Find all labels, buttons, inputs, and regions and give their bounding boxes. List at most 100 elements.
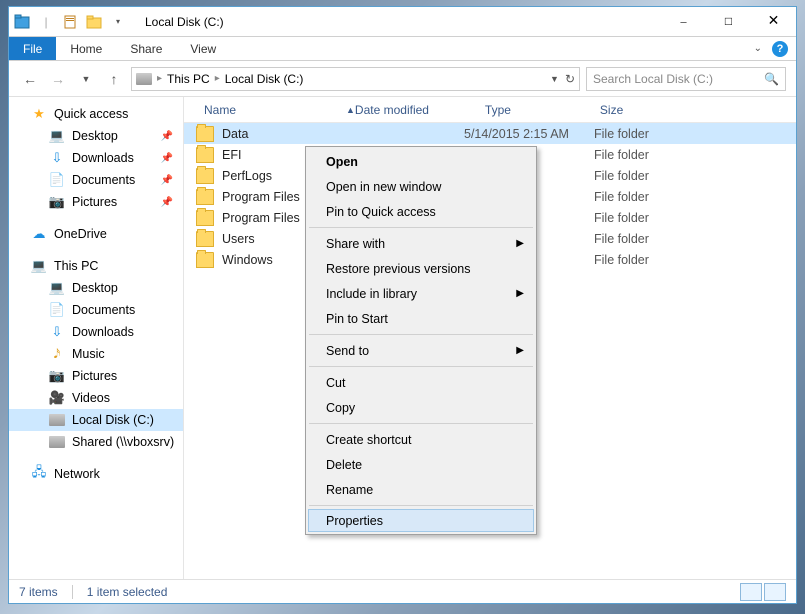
menu-pin-start[interactable]: Pin to Start: [308, 306, 534, 331]
drive-icon: [136, 71, 152, 87]
properties-qat-icon[interactable]: [61, 13, 79, 31]
music-icon: 𝅘𝅥𝅯: [49, 346, 65, 362]
divider: [72, 585, 73, 599]
pictures-icon: 📷: [49, 194, 65, 210]
folder-icon: [196, 189, 214, 205]
search-icon[interactable]: 🔍: [764, 72, 779, 86]
recent-dropdown-icon[interactable]: ▼: [75, 68, 97, 90]
menu-restore-versions[interactable]: Restore previous versions: [308, 256, 534, 281]
refresh-icon[interactable]: ↻: [565, 72, 575, 86]
menu-separator: [309, 334, 533, 335]
nav-pc-localdisk[interactable]: Local Disk (C:): [9, 409, 183, 431]
explorer-window: | ▾ Local Disk (C:) – □ ✕ File Home Shar…: [8, 6, 797, 604]
nav-pc-music[interactable]: 𝅘𝅥𝅯 Music: [9, 343, 183, 365]
nav-pc-desktop[interactable]: 💻 Desktop: [9, 277, 183, 299]
new-folder-qat-icon[interactable]: [85, 13, 103, 31]
help-icon[interactable]: ?: [772, 41, 788, 57]
nav-qa-documents[interactable]: 📄 Documents 📌: [9, 169, 183, 191]
qat-separator: |: [37, 13, 55, 31]
nav-label: Quick access: [54, 107, 128, 121]
tab-share[interactable]: Share: [116, 37, 176, 60]
nav-pc-pictures[interactable]: 📷 Pictures: [9, 365, 183, 387]
nav-label: Shared (\\vboxsrv): [72, 435, 174, 449]
table-row[interactable]: Data5/14/2015 2:15 AMFile folder: [184, 123, 796, 144]
nav-pc-videos[interactable]: 🎥 Videos: [9, 387, 183, 409]
search-input[interactable]: Search Local Disk (C:) 🔍: [586, 67, 786, 91]
nav-label: This PC: [54, 259, 98, 273]
nav-label: Local Disk (C:): [72, 413, 154, 427]
nav-label: Videos: [72, 391, 110, 405]
qat-dropdown-icon[interactable]: ▾: [109, 13, 127, 31]
nav-label: Documents: [72, 173, 135, 187]
menu-include-library[interactable]: Include in library▶: [308, 281, 534, 306]
submenu-arrow-icon: ▶: [516, 288, 524, 299]
column-headers: Name ▲ Date modified Type Size: [184, 97, 796, 123]
menu-open-new-window[interactable]: Open in new window: [308, 174, 534, 199]
tab-view[interactable]: View: [176, 37, 230, 60]
star-icon: ★: [31, 106, 47, 122]
maximize-button[interactable]: □: [706, 7, 751, 36]
nav-quick-access[interactable]: ★ Quick access: [9, 103, 183, 125]
nav-this-pc[interactable]: 💻 This PC: [9, 255, 183, 277]
pin-icon: 📌: [161, 131, 173, 142]
menu-copy[interactable]: Copy: [308, 395, 534, 420]
menu-separator: [309, 366, 533, 367]
chevron-right-icon[interactable]: ▸: [212, 73, 223, 84]
up-button[interactable]: ↑: [103, 68, 125, 90]
column-type[interactable]: Type: [485, 103, 600, 117]
nav-pc-downloads[interactable]: ⇩ Downloads: [9, 321, 183, 343]
tab-home[interactable]: Home: [56, 37, 116, 60]
network-icon: 🖧: [31, 466, 47, 482]
file-type: File folder: [594, 232, 709, 246]
forward-button[interactable]: →: [47, 68, 69, 90]
videos-icon: 🎥: [49, 390, 65, 406]
desktop-icon: 💻: [49, 128, 65, 144]
menu-rename[interactable]: Rename: [308, 477, 534, 502]
nav-label: Downloads: [72, 325, 134, 339]
menu-cut[interactable]: Cut: [308, 370, 534, 395]
drive-icon: [49, 412, 65, 428]
nav-label: Pictures: [72, 369, 117, 383]
file-type: File folder: [594, 127, 709, 141]
menu-send-to[interactable]: Send to▶: [308, 338, 534, 363]
file-date: 5/14/2015 2:15 AM: [464, 127, 594, 141]
minimize-button[interactable]: –: [661, 7, 706, 36]
nav-label: OneDrive: [54, 227, 107, 241]
ribbon-expand-icon[interactable]: ⌄: [754, 43, 762, 54]
chevron-right-icon[interactable]: ▸: [154, 73, 165, 84]
downloads-icon: ⇩: [49, 324, 65, 340]
nav-qa-pictures[interactable]: 📷 Pictures 📌: [9, 191, 183, 213]
column-size[interactable]: Size: [600, 103, 660, 117]
menu-properties[interactable]: Properties: [308, 509, 534, 532]
close-button[interactable]: ✕: [751, 7, 796, 36]
breadcrumb-thispc[interactable]: This PC: [167, 72, 210, 86]
back-button[interactable]: ←: [19, 68, 41, 90]
nav-onedrive[interactable]: ☁ OneDrive: [9, 223, 183, 245]
nav-qa-desktop[interactable]: 💻 Desktop 📌: [9, 125, 183, 147]
submenu-arrow-icon: ▶: [516, 345, 524, 356]
tab-file[interactable]: File: [9, 37, 56, 60]
breadcrumb-location[interactable]: Local Disk (C:): [225, 72, 304, 86]
menu-create-shortcut[interactable]: Create shortcut: [308, 427, 534, 452]
column-date[interactable]: Date modified: [355, 103, 485, 117]
address-dropdown-icon[interactable]: ▼: [550, 74, 559, 84]
view-large-icons-button[interactable]: [764, 583, 786, 601]
status-selected-count: 1 item selected: [87, 585, 168, 599]
breadcrumb[interactable]: ▸ This PC ▸ Local Disk (C:) ▼ ↻: [131, 67, 580, 91]
downloads-icon: ⇩: [49, 150, 65, 166]
menu-delete[interactable]: Delete: [308, 452, 534, 477]
nav-qa-downloads[interactable]: ⇩ Downloads 📌: [9, 147, 183, 169]
nav-pc-shared[interactable]: Shared (\\vboxsrv): [9, 431, 183, 453]
nav-network[interactable]: 🖧 Network: [9, 463, 183, 485]
app-icon: [13, 13, 31, 31]
nav-pc-documents[interactable]: 📄 Documents: [9, 299, 183, 321]
menu-pin-quick-access[interactable]: Pin to Quick access: [308, 199, 534, 224]
menu-open[interactable]: Open: [308, 149, 534, 174]
documents-icon: 📄: [49, 302, 65, 318]
sort-ascending-icon: ▲: [346, 105, 355, 115]
view-details-button[interactable]: [740, 583, 762, 601]
network-drive-icon: [49, 434, 65, 450]
nav-label: Network: [54, 467, 100, 481]
menu-share-with[interactable]: Share with▶: [308, 231, 534, 256]
window-title: Local Disk (C:): [145, 15, 224, 29]
